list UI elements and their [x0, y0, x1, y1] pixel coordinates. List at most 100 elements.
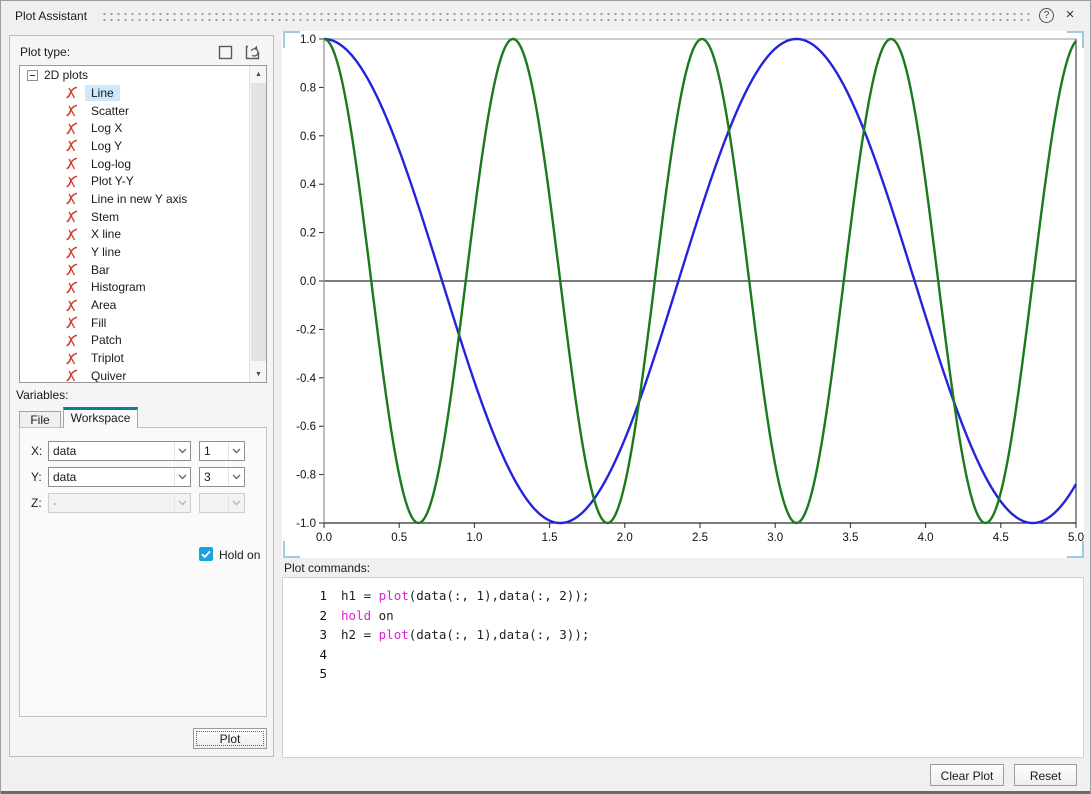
square-outline-button[interactable] [215, 42, 235, 62]
selection-bracket-top-left-icon [283, 31, 300, 48]
y-tick-label: 0.2 [300, 228, 316, 240]
code-text: h1 = plot(data(:, 1),data(:, 2)); [341, 588, 589, 608]
tree-item-fill[interactable]: Fill [20, 314, 249, 332]
tab-file[interactable]: File [19, 411, 61, 428]
square-outline-icon [218, 45, 233, 60]
plot-assistant-window: Plot Assistant ? × Plot type: 2D plots [0, 0, 1091, 794]
tree-root-label: 2D plots [44, 68, 88, 82]
tree-item-scatter[interactable]: Scatter [20, 102, 249, 120]
plot-canvas[interactable]: 0.00.51.01.52.02.53.03.54.04.55.0-1.0-0.… [282, 31, 1084, 558]
tree-item-line[interactable]: Line [20, 84, 249, 102]
title-bar: Plot Assistant ? × [1, 1, 1091, 31]
tree-item-label: Scatter [85, 103, 135, 119]
chevron-down-icon[interactable] [228, 442, 244, 460]
tree-scrollbar[interactable]: ▲ ▼ [249, 66, 266, 382]
plot-type-panel: Plot type: 2D plots Line ScatterLog XLog … [9, 35, 274, 757]
chevron-down-icon[interactable] [174, 442, 190, 460]
tree-item-stem[interactable]: Stem [20, 208, 249, 226]
x-tick-label: 2.0 [617, 532, 633, 544]
scroll-up-icon[interactable]: ▲ [250, 66, 267, 82]
y-tick-label: 1.0 [300, 34, 316, 46]
plot-type-icon [65, 122, 78, 135]
tab-workspace[interactable]: Workspace [63, 407, 138, 428]
tree-item-quiver[interactable]: Quiver [20, 367, 249, 383]
tree-item-histogram[interactable]: Histogram [20, 279, 249, 297]
tree-item-label: Fill [85, 315, 112, 331]
tree-root-2d-plots[interactable]: 2D plots [20, 66, 249, 84]
chevron-down-icon[interactable] [228, 468, 244, 486]
collapse-expander-icon[interactable] [27, 70, 38, 81]
variables-label: Variables: [16, 388, 68, 402]
selection-bracket-top-right-icon [1067, 31, 1084, 48]
tree-item-plot-y-y[interactable]: Plot Y-Y [20, 172, 249, 190]
plot-type-icon [65, 192, 78, 205]
hold-on-label: Hold on [219, 548, 260, 562]
chevron-down-icon[interactable] [174, 468, 190, 486]
code-line: 1h1 = plot(data(:, 1),data(:, 2)); [283, 588, 1083, 608]
scroll-down-icon[interactable]: ▼ [250, 366, 267, 382]
refresh-icon [244, 44, 261, 61]
tree-item-label: Line in new Y axis [85, 191, 193, 207]
plot-type-icon [65, 210, 78, 223]
checkmark-icon [199, 547, 213, 561]
tree-item-label: Log-log [85, 156, 137, 172]
plot-type-label: Plot type: [20, 45, 70, 59]
y-variable-input[interactable] [49, 468, 174, 486]
tree-item-label: Y line [85, 244, 127, 260]
tree-item-label: Line [85, 85, 120, 101]
tree-item-label: Plot Y-Y [85, 173, 140, 189]
hold-on-checkbox[interactable] [199, 547, 213, 561]
close-icon[interactable]: × [1062, 6, 1078, 24]
help-icon[interactable]: ? [1039, 8, 1054, 23]
tree-item-area[interactable]: Area [20, 296, 249, 314]
z-variable-input [49, 494, 174, 512]
plot-commands-editor[interactable]: 1h1 = plot(data(:, 1),data(:, 2));2hold … [282, 577, 1084, 758]
drag-handle[interactable] [101, 11, 1031, 23]
x-tick-label: 1.0 [466, 532, 482, 544]
code-line: 5 [283, 666, 1083, 686]
y-tick-label: -1.0 [296, 518, 316, 530]
y-column-input[interactable] [200, 468, 228, 486]
tree-item-log-log[interactable]: Log-log [20, 155, 249, 173]
tree-item-patch[interactable]: Patch [20, 332, 249, 350]
x-column-combo[interactable] [199, 441, 245, 461]
tree-item-bar[interactable]: Bar [20, 261, 249, 279]
refresh-plot-button[interactable] [242, 42, 262, 62]
x-variable-input[interactable] [49, 442, 174, 460]
code-text: h2 = plot(data(:, 1),data(:, 3)); [341, 627, 589, 647]
z-variable-row: Z: [20, 493, 268, 513]
x-tick-label: 0.5 [391, 532, 407, 544]
chevron-down-icon [174, 494, 190, 512]
tree-item-label: Quiver [85, 368, 132, 383]
tree-item-y-line[interactable]: Y line [20, 243, 249, 261]
y-tick-label: -0.2 [296, 324, 316, 336]
selection-bracket-bottom-right-icon [1067, 541, 1084, 558]
plot-type-icon [65, 316, 78, 329]
reset-button[interactable]: Reset [1014, 764, 1077, 786]
tree-item-log-y[interactable]: Log Y [20, 137, 249, 155]
tree-item-x-line[interactable]: X line [20, 226, 249, 244]
plot-type-icon [65, 352, 78, 365]
x-column-input[interactable] [200, 442, 228, 460]
y-variable-combo[interactable] [48, 467, 191, 487]
tree-item-log-x[interactable]: Log X [20, 119, 249, 137]
scrollbar-thumb[interactable] [251, 83, 266, 361]
plot-type-icon [65, 263, 78, 276]
y-tick-label: -0.8 [296, 470, 316, 482]
x-variable-row: X: [20, 441, 268, 461]
x-tick-label: 3.0 [767, 532, 783, 544]
y-column-combo[interactable] [199, 467, 245, 487]
tree-item-triplot[interactable]: Triplot [20, 349, 249, 367]
tree-item-label: Patch [85, 332, 128, 348]
x-tick-label: 1.5 [542, 532, 558, 544]
plot-button[interactable]: Plot [193, 728, 267, 749]
y-tick-label: -0.6 [296, 421, 316, 433]
plot-type-icon [65, 86, 78, 99]
window-title: Plot Assistant [15, 9, 87, 23]
x-variable-combo[interactable] [48, 441, 191, 461]
tree-item-line-in-new-y-axis[interactable]: Line in new Y axis [20, 190, 249, 208]
line-number: 3 [283, 627, 327, 647]
clear-plot-button[interactable]: Clear Plot [930, 764, 1004, 786]
code-line: 2hold on [283, 608, 1083, 628]
plot-type-icon [65, 104, 78, 117]
